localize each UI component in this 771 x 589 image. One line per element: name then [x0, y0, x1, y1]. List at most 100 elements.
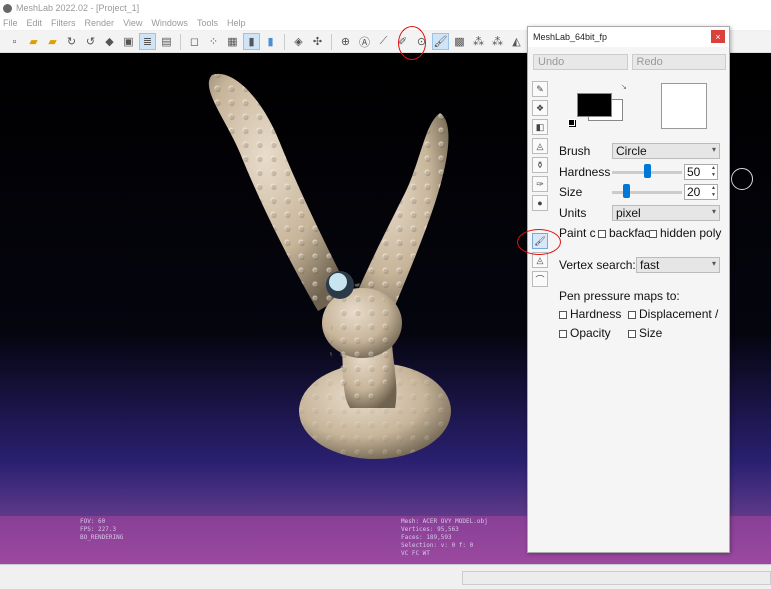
- hardness-spinbox[interactable]: 50 ▲ ▼: [684, 164, 718, 180]
- undo-button[interactable]: Undo: [533, 54, 628, 70]
- hardness-value: 50: [687, 165, 701, 179]
- clone-icon[interactable]: ⚱: [532, 157, 548, 173]
- paint-label: Paint c: [559, 226, 596, 240]
- redo-button[interactable]: Redo: [631, 54, 726, 70]
- raster-icon[interactable]: ▤: [158, 33, 175, 50]
- menu-windows[interactable]: Windows: [151, 18, 188, 28]
- reload-all-icon[interactable]: ↺: [82, 33, 99, 50]
- snapshot-icon[interactable]: ▣: [120, 33, 137, 50]
- brush-label: Brush: [559, 144, 591, 158]
- export-mesh-icon[interactable]: ◆: [101, 33, 118, 50]
- add-displacement-icon[interactable]: ⌒: [532, 271, 548, 287]
- pressure-opacity-checkbox-box[interactable]: [559, 329, 567, 338]
- vertex-paint-panel: MeshLab_64bit_fp × Undo Redo ✎ ❖ ◧ ◬ ⚱ ✑…: [527, 26, 730, 553]
- units-label: Units: [559, 206, 587, 220]
- pressure-size-checkbox[interactable]: Size: [628, 326, 662, 340]
- close-icon[interactable]: ×: [711, 30, 725, 43]
- select-connected-icon[interactable]: ⁂: [489, 33, 506, 50]
- toolbar-separator: [284, 33, 285, 50]
- menu-tools[interactable]: Tools: [197, 18, 218, 28]
- pressure-displacement-label: Displacement /: [639, 307, 719, 321]
- spin-arrows-icon[interactable]: ▲ ▼: [711, 165, 716, 179]
- units-select[interactable]: pixel ▾: [612, 205, 720, 221]
- pressure-opacity-checkbox[interactable]: Opacity: [559, 326, 611, 340]
- vertices-text: Vertices: 95,563: [401, 526, 459, 533]
- units-select-value: pixel: [616, 206, 641, 220]
- size-slider-handle[interactable]: [623, 184, 630, 198]
- fill-icon[interactable]: ❖: [532, 100, 548, 116]
- selection-text: Selection: v: 0 f: 0: [401, 542, 474, 549]
- annotation-circle-toolbar: [398, 26, 426, 60]
- new-project-icon[interactable]: ▫: [6, 33, 23, 50]
- layer-stack-icon[interactable]: ◈: [290, 33, 307, 50]
- brush-select[interactable]: Circle ▾: [612, 143, 720, 159]
- annotation-circle-panel: [517, 229, 561, 255]
- smooth-shading-icon[interactable]: ▮: [262, 33, 279, 50]
- wireframe-icon[interactable]: ▦: [224, 33, 241, 50]
- menu-file[interactable]: File: [3, 18, 18, 28]
- chevron-down-icon: ▾: [711, 259, 716, 268]
- menu-edit[interactable]: Edit: [27, 18, 43, 28]
- fps-text: FPS: 227.3: [80, 526, 117, 533]
- select-faces-icon[interactable]: ⁂: [470, 33, 487, 50]
- hidden-poly-checkbox[interactable]: hidden poly: [649, 226, 729, 240]
- align-icon[interactable]: ✣: [309, 33, 326, 50]
- menu-render[interactable]: Render: [85, 18, 115, 28]
- color-picker-icon[interactable]: ✑: [532, 176, 548, 192]
- panel-title: MeshLab_64bit_fp: [533, 32, 608, 42]
- gradient-icon[interactable]: ◧: [532, 119, 548, 135]
- size-label: Size: [559, 185, 583, 199]
- foreground-color-swatch[interactable]: [577, 93, 612, 117]
- manipulator-icon[interactable]: ⊕: [337, 33, 354, 50]
- hidden-poly-checkbox-box[interactable]: [649, 229, 657, 238]
- title-bar: MeshLab 2022.02 - [Project_1]: [0, 0, 771, 16]
- smooth-icon[interactable]: ◬: [532, 138, 548, 154]
- bounding-box-icon[interactable]: ◻: [186, 33, 203, 50]
- pressure-hardness-label: Hardness: [570, 307, 622, 321]
- paint-tools-column: ✎ ❖ ◧ ◬ ⚱ ✑ ● 🖌 ◬ ⌒: [532, 81, 550, 290]
- panel-title-bar[interactable]: MeshLab_64bit_fp ×: [528, 27, 729, 47]
- z-paint-icon[interactable]: ◭: [508, 33, 525, 50]
- noise-icon[interactable]: ●: [532, 195, 548, 211]
- measure-icon[interactable]: ⟋: [375, 33, 392, 50]
- flat-shading-icon[interactable]: ▮: [243, 33, 260, 50]
- brush-preview: [661, 83, 707, 129]
- mesh-name-text: Mesh: ACER OVY MODEL.obj: [401, 518, 488, 525]
- spin-arrows-icon[interactable]: ▲ ▼: [711, 185, 716, 199]
- menu-help[interactable]: Help: [227, 18, 246, 28]
- points-icon[interactable]: ⁘: [205, 33, 222, 50]
- open-project-icon[interactable]: ▰: [25, 33, 42, 50]
- mesh-info: Mesh: ACER OVY MODEL.obj Vertices: 95,56…: [401, 518, 488, 558]
- pressure-displacement-checkbox-box[interactable]: [628, 310, 636, 319]
- vertex-paint-brush-icon[interactable]: 🖌: [432, 33, 449, 50]
- annotation-icon[interactable]: Ⓐ: [356, 33, 373, 50]
- layers-icon[interactable]: ≣: [139, 33, 156, 50]
- pressure-size-checkbox-box[interactable]: [628, 329, 636, 338]
- hardness-slider-handle[interactable]: [644, 164, 651, 178]
- vertex-search-label: Vertex search:: [559, 258, 636, 272]
- pressure-hardness-checkbox-box[interactable]: [559, 310, 567, 319]
- reset-colors-icon[interactable]: [568, 119, 575, 126]
- import-mesh-icon[interactable]: ▰: [44, 33, 61, 50]
- pen-icon[interactable]: ✎: [532, 81, 548, 97]
- toolbar-separator: [180, 33, 181, 50]
- pen-pressure-title: Pen pressure maps to:: [559, 289, 680, 303]
- vertex-search-select[interactable]: fast ▾: [636, 257, 720, 273]
- backface-label: backfac: [609, 226, 651, 240]
- render-info: FOV: 60 FPS: 227.3 BO_RENDERING: [80, 518, 123, 542]
- meshlab-logo-icon: [3, 3, 12, 13]
- vertex-search-value: fast: [640, 258, 660, 272]
- backface-checkbox[interactable]: backfac: [598, 226, 650, 240]
- menu-view[interactable]: View: [123, 18, 142, 28]
- pressure-displacement-checkbox[interactable]: Displacement /: [628, 307, 718, 321]
- hidden-poly-label: hidden poly: [660, 226, 722, 240]
- reload-icon[interactable]: ↻: [63, 33, 80, 50]
- undo-redo-row: Undo Redo: [533, 54, 726, 71]
- texture-paint-icon[interactable]: ▩: [451, 33, 468, 50]
- backface-checkbox-box[interactable]: [598, 229, 606, 238]
- size-spinbox[interactable]: 20 ▲ ▼: [684, 184, 718, 200]
- pressure-hardness-checkbox[interactable]: Hardness: [559, 307, 621, 321]
- menu-filters[interactable]: Filters: [51, 18, 76, 28]
- toolbar-separator: [331, 33, 332, 50]
- swap-colors-icon[interactable]: ↘: [621, 83, 627, 91]
